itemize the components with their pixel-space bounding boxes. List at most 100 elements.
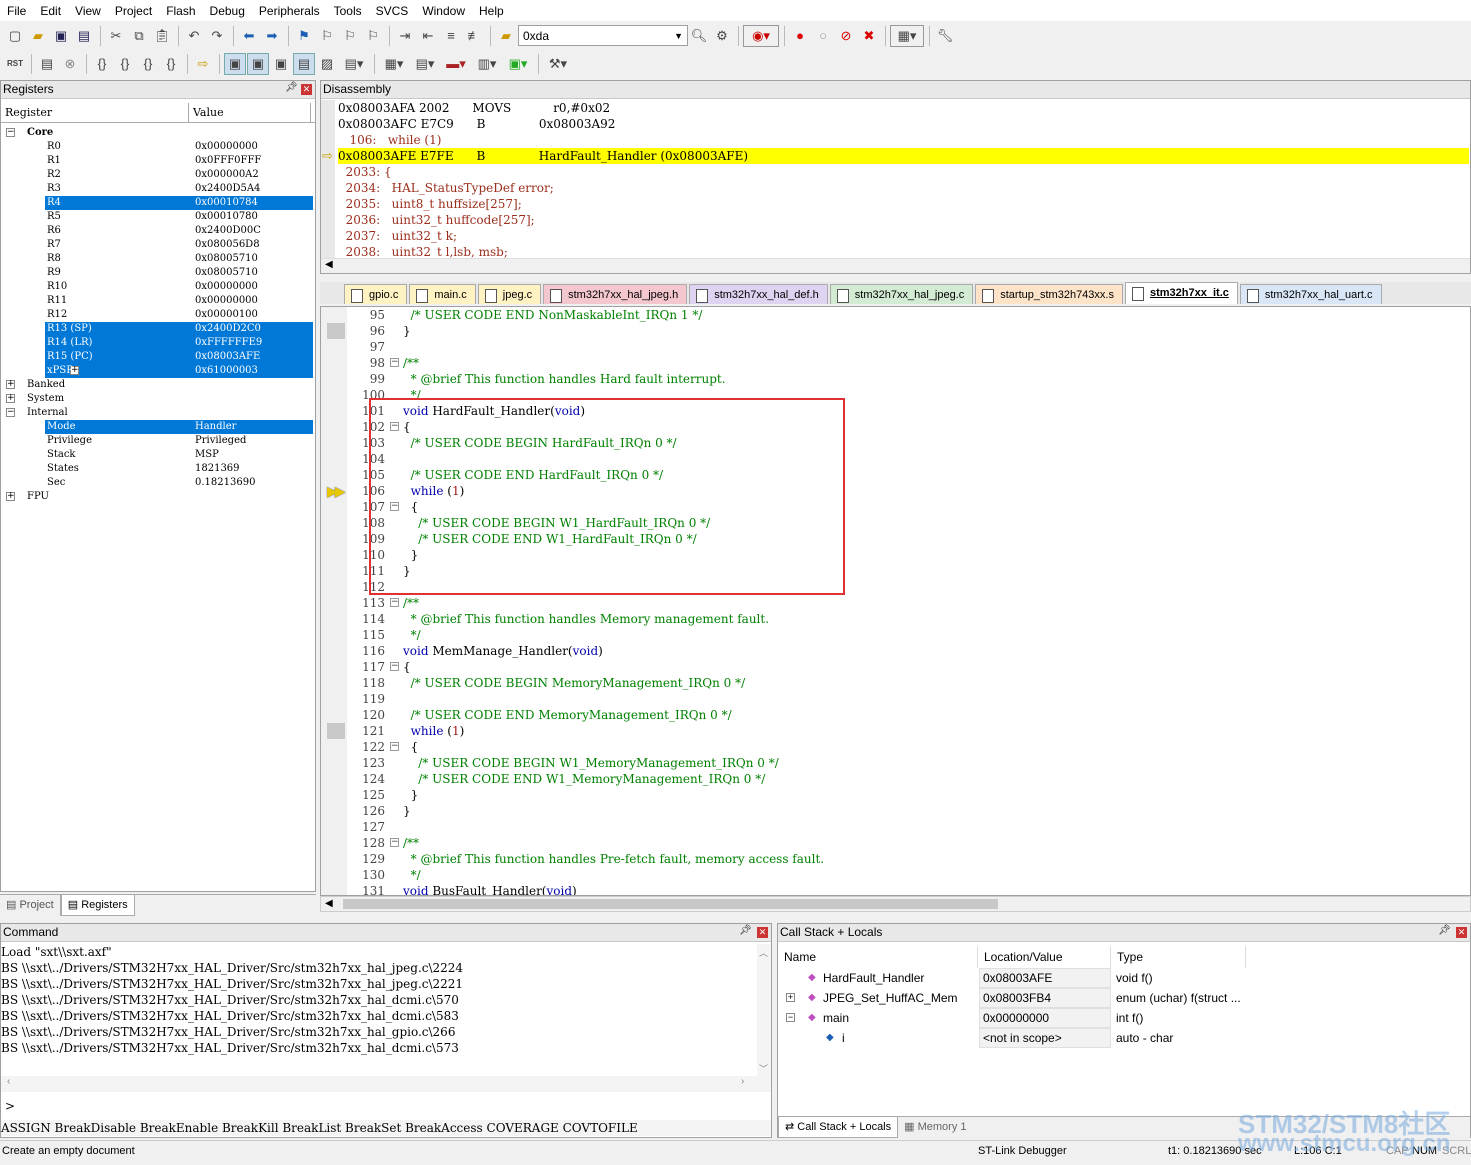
register-value[interactable]: 0x00010784	[195, 196, 258, 210]
window-layout-icon[interactable]: ▦▾	[890, 24, 924, 47]
register-row[interactable]: R11 0x00000000	[1, 294, 313, 308]
bookmark-clear-icon[interactable]: ⚐	[362, 25, 384, 47]
incremental-find-icon[interactable]: ⚙	[711, 25, 733, 47]
bookmark-icon[interactable]: ⚑	[293, 25, 315, 47]
register-value[interactable]: 0x08005710	[195, 266, 258, 280]
symbols-window-icon[interactable]: ▣	[270, 53, 292, 75]
register-row[interactable]: States 1821369	[1, 462, 313, 476]
code-line[interactable]: 126}	[321, 803, 1470, 819]
file-tab[interactable]: stm32h7xx_hal_jpeg.c	[829, 284, 974, 304]
watch-window-icon[interactable]: ▤▾	[339, 53, 369, 75]
code-line[interactable]: 119	[321, 691, 1470, 707]
code-line[interactable]: 124 /* USER CODE END W1_MemoryManagement…	[321, 771, 1470, 787]
code-line[interactable]: 122− {	[321, 739, 1470, 755]
code-line[interactable]: 129 * @brief This function handles Pre-f…	[321, 851, 1470, 867]
register-value[interactable]: 0x000000A2	[195, 168, 259, 182]
code-line[interactable]: 113−/**	[321, 595, 1470, 611]
callstack-location[interactable]: 0x08003FB4	[983, 988, 1051, 1008]
register-value[interactable]: 0x2400D5A4	[195, 182, 260, 196]
breakpoint-kill-all-icon[interactable]: ✖	[858, 25, 880, 47]
register-value[interactable]: Handler	[195, 420, 236, 434]
code-line[interactable]: 96}	[321, 323, 1470, 339]
run-icon[interactable]: ▤	[36, 53, 58, 75]
open-file-icon[interactable]: ▰	[27, 25, 49, 47]
new-file-icon[interactable]: ▢	[4, 25, 26, 47]
breakpoint-disable-all-icon[interactable]: ⊘	[835, 25, 857, 47]
copy-icon[interactable]: ⧉	[128, 25, 150, 47]
reset-icon[interactable]: RST	[4, 53, 26, 75]
file-tab[interactable]: startup_stm32h743xx.s	[975, 284, 1123, 304]
callstack-location[interactable]: 0x00000000	[983, 1008, 1049, 1028]
register-value[interactable]: 0x080056D8	[195, 238, 260, 252]
register-row[interactable]: + Banked	[1, 378, 313, 392]
command-vscrollbar[interactable]: ︿ ﹀	[757, 944, 771, 1076]
register-row[interactable]: R0 0x00000000	[1, 140, 313, 154]
cut-icon[interactable]: ✂	[105, 25, 127, 47]
register-row[interactable]: R6 0x2400D00C	[1, 224, 313, 238]
register-value[interactable]: 0x08003AFE	[195, 350, 260, 364]
register-row[interactable]: R9 0x08005710	[1, 266, 313, 280]
register-row[interactable]: Sec 0.18213690	[1, 476, 313, 490]
disassembly-line[interactable]: 2033: {	[338, 164, 1469, 180]
save-icon[interactable]: ▣	[50, 25, 72, 47]
memory-window-icon[interactable]: ▦▾	[379, 53, 409, 75]
callstack-row[interactable]: ◆ i <not in scope> auto - char	[778, 1028, 1248, 1048]
scroll-down-icon[interactable]: ﹀	[759, 1062, 768, 1075]
register-row[interactable]: + FPU	[1, 490, 313, 504]
disassembly-line[interactable]: 2037: uint32_t k;	[338, 228, 1469, 244]
code-line[interactable]: 120 /* USER CODE END MemoryManagement_IR…	[321, 707, 1470, 723]
command-window-icon[interactable]: ▣	[224, 52, 246, 75]
register-value[interactable]: 0x00000000	[195, 294, 258, 308]
register-value[interactable]: 1821369	[195, 462, 240, 476]
code-line[interactable]: 99 * @brief This function handles Hard f…	[321, 371, 1470, 387]
scroll-up-icon[interactable]: ︿	[759, 946, 768, 959]
bookmark-next-icon[interactable]: ⚐	[339, 25, 361, 47]
tab-callstack[interactable]: ⇄ Call Stack + Locals	[778, 1117, 899, 1138]
tab-memory[interactable]: ▦ Memory 1	[898, 1117, 972, 1138]
callstack-location[interactable]: 0x08003AFE	[983, 968, 1052, 988]
find-icon[interactable]: 🔍︎	[688, 25, 710, 47]
disassembly-line[interactable]: 2035: uint8_t huffsize[257];	[338, 196, 1469, 212]
code-line[interactable]: 117−{	[321, 659, 1470, 675]
code-line[interactable]: 125 }	[321, 787, 1470, 803]
menu-window[interactable]: Window	[415, 1, 472, 21]
command-hscrollbar[interactable]: ‹ ›	[1, 1076, 771, 1092]
disassembly-line[interactable]: 2036: uint32_t huffcode[257];	[338, 212, 1469, 228]
save-all-icon[interactable]: ▤	[73, 25, 95, 47]
file-tab[interactable]: stm32h7xx_hal_jpeg.h	[543, 284, 688, 304]
code-line[interactable]: 116 void MemManage_Handler(void)	[321, 643, 1470, 659]
register-row[interactable]: + System	[1, 392, 313, 406]
tab-registers[interactable]: ▤ Registers	[60, 895, 135, 916]
register-row[interactable]: R8 0x08005710	[1, 252, 313, 266]
call-stack-window-icon[interactable]: ▨	[316, 53, 338, 75]
paste-icon[interactable]: 📋︎	[151, 25, 173, 47]
code-line[interactable]: 131 void BusFault_Handler(void)	[321, 883, 1470, 895]
scroll-left-icon[interactable]: ◀	[325, 898, 333, 909]
scroll-left-icon[interactable]: ‹	[7, 1076, 10, 1087]
register-row[interactable]: R14 (LR) 0xFFFFFFE9	[45, 336, 313, 350]
undo-icon[interactable]: ↶	[183, 25, 205, 47]
register-value[interactable]: 0x00010780	[195, 210, 258, 224]
indent-icon[interactable]: ⇥	[394, 25, 416, 47]
code-line[interactable]: 97	[321, 339, 1470, 355]
menu-file[interactable]: File	[0, 1, 33, 21]
disassembly-line[interactable]: 0x08003AFA 2002 MOVS r0,#0x02	[338, 100, 1469, 116]
register-value[interactable]: 0x2400D00C	[195, 224, 261, 238]
code-line[interactable]: 127	[321, 819, 1470, 835]
register-row[interactable]: R2 0x000000A2	[1, 168, 313, 182]
uncomment-icon[interactable]: ≢	[463, 25, 485, 47]
code-line[interactable]: 115 */	[321, 627, 1470, 643]
toolbox-icon[interactable]: ⚒▾	[543, 53, 573, 75]
expand-icon[interactable]: +	[786, 993, 795, 1002]
find-in-files-icon[interactable]: ▰	[495, 25, 517, 47]
file-tab[interactable]: main.c	[409, 284, 476, 304]
system-viewer-icon[interactable]: ▣▾	[503, 53, 533, 75]
disassembly-line[interactable]: 2034: HAL_StatusTypeDef error;	[338, 180, 1469, 196]
register-column-header[interactable]: Register	[1, 103, 189, 122]
fold-toggle-icon[interactable]: −	[390, 598, 399, 607]
disassembly-line[interactable]: 106: while (1)	[338, 132, 1469, 148]
menu-peripherals[interactable]: Peripherals	[252, 1, 327, 21]
register-value[interactable]: MSP	[195, 448, 219, 462]
register-value[interactable]: 0x2400D2C0	[195, 322, 261, 336]
register-value[interactable]: 0x0FFF0FFF	[195, 154, 261, 168]
